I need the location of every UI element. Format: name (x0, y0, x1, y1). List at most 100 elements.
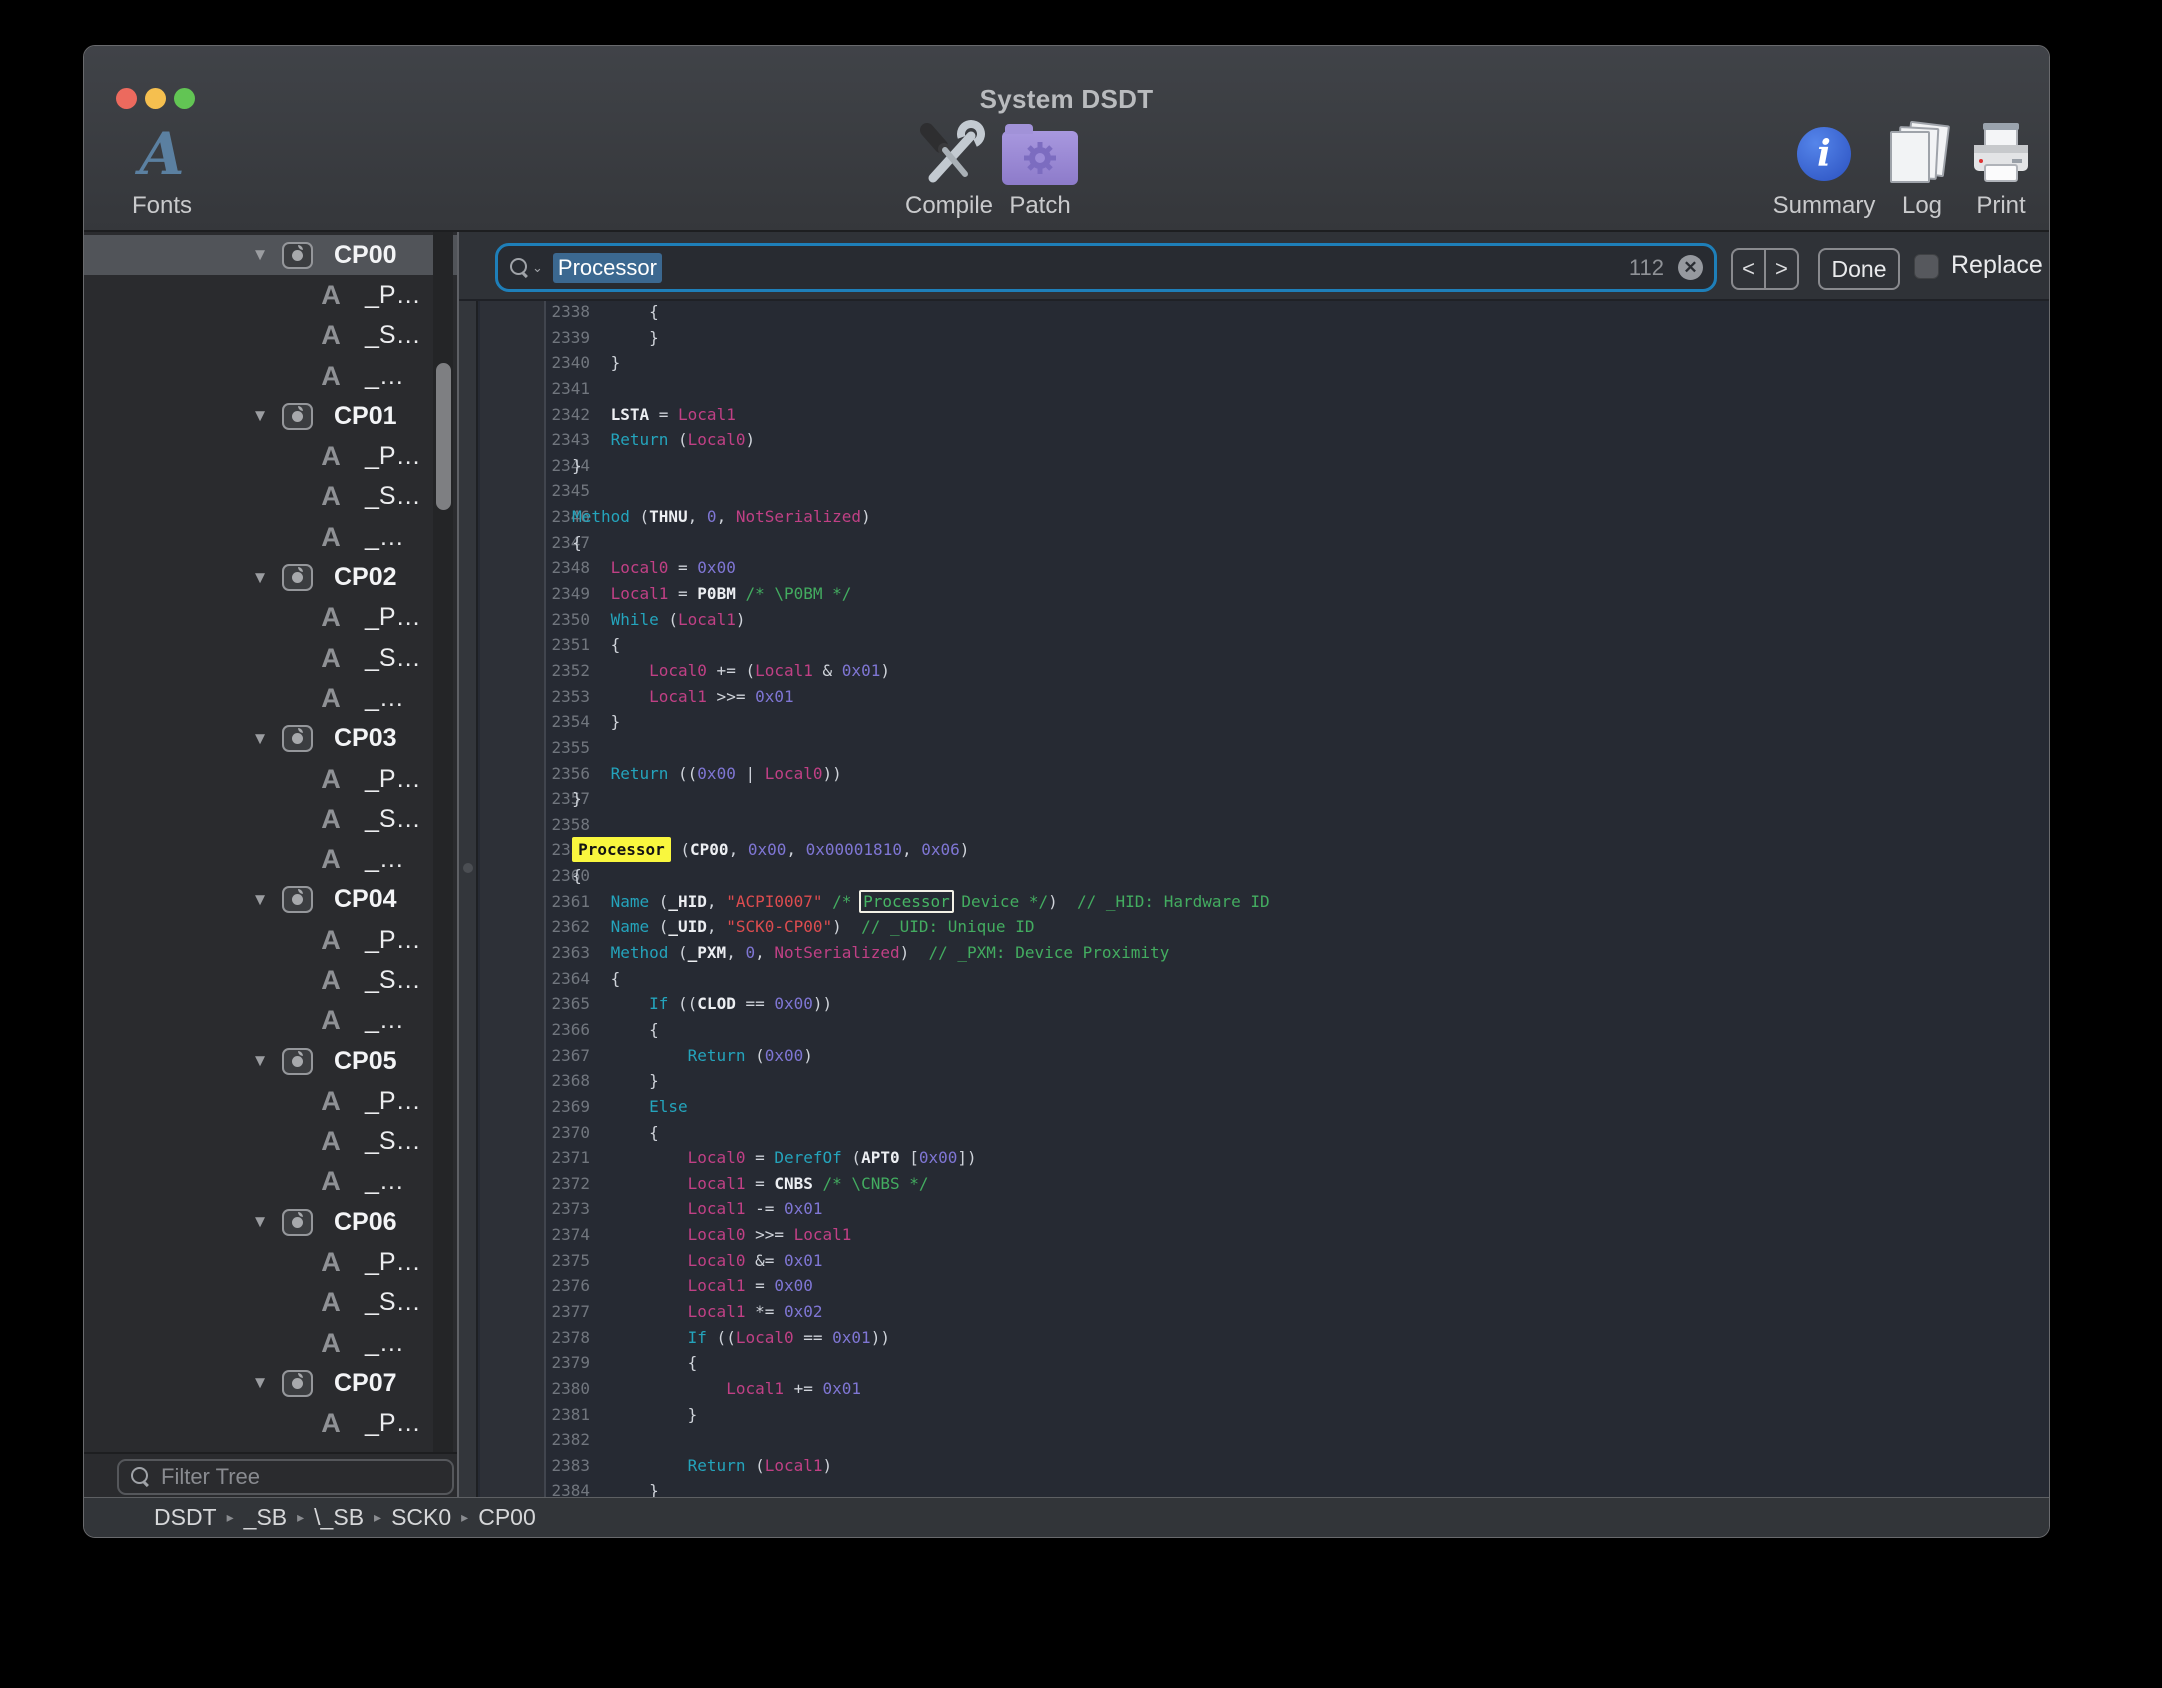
tree-child-label: _S… (365, 966, 421, 995)
tree-group-row-cp06[interactable]: ▼CP06 (84, 1202, 457, 1242)
code-line: 2363 Method (_PXM, 0, NotSerialized) // … (478, 940, 2050, 966)
tree-child-row[interactable]: A _S… (84, 960, 457, 1000)
tree-group-row-cp02[interactable]: ▼CP02 (84, 557, 457, 597)
tree-child-row[interactable]: A_S… (84, 1444, 457, 1452)
code-line: 2345 (478, 478, 2050, 504)
tree-child-label: _P… (365, 926, 421, 955)
disclosure-triangle-icon[interactable]: ▼ (248, 1373, 272, 1393)
tree-child-row[interactable]: A_P… (84, 1242, 457, 1282)
tree-group-row-cp07[interactable]: ▼CP07 (84, 1363, 457, 1403)
code-line: 2367 Return (0x00) (478, 1043, 2050, 1069)
replace-checkbox[interactable] (1914, 254, 1939, 279)
splitter-handle-dot[interactable] (463, 863, 473, 873)
line-number: 2345 (478, 478, 590, 504)
disclosure-triangle-icon[interactable]: ▼ (248, 1212, 272, 1232)
method-icon: A (315, 1126, 347, 1157)
tree-child-row[interactable]: A_P… (84, 275, 457, 315)
code-text: Return (0x00) (495, 1043, 813, 1069)
clear-search-button[interactable]: ✕ (1678, 255, 1703, 280)
code-editor[interactable]: 2338 {2339 }2340 }23412342 LSTA = Local1… (459, 301, 2050, 1499)
breadcrumb-separator-icon: ▸ (374, 1509, 381, 1526)
code-text: Local1 = 0x00 (495, 1273, 813, 1299)
sidebar-scrollbar[interactable] (433, 232, 453, 1452)
tree-child-row[interactable]: A_… (84, 517, 457, 557)
code-line: 2362 Name (_UID, "SCK0-CP00") // _UID: U… (478, 914, 2050, 940)
tree-child-row[interactable]: A_S… (84, 1122, 457, 1162)
breadcrumb-item[interactable]: SCK0 (391, 1504, 451, 1531)
find-next-button[interactable]: > (1766, 250, 1797, 288)
method-icon: A (315, 1287, 347, 1318)
tree-child-row[interactable]: A_… (84, 356, 457, 396)
search-menu-chevron-icon[interactable]: ⌄ (532, 260, 543, 276)
method-icon: A (315, 522, 347, 553)
code-line: 2378 If ((Local0 == 0x01)) (478, 1325, 2050, 1351)
code-text: } (495, 786, 582, 812)
code-text: { (495, 863, 582, 889)
breadcrumb-item[interactable]: _SB (244, 1504, 287, 1531)
tree-child-row[interactable]: A_P… (84, 1081, 457, 1121)
tree-child-row[interactable]: A_… (84, 1323, 457, 1363)
tree-group-row-cp01[interactable]: ▼CP01 (84, 396, 457, 436)
tree-child-row[interactable]: A_… (84, 678, 457, 718)
tree-group-row-cp03[interactable]: ▼ CP03 (84, 719, 457, 759)
tree-group-label: CP03 (334, 724, 397, 753)
tree-child-row[interactable]: A_… (84, 839, 457, 879)
breadcrumb-item[interactable]: \_SB (314, 1504, 364, 1531)
tree-child-row[interactable]: A_P… (84, 759, 457, 799)
filter-tree-input[interactable]: Filter Tree (117, 1459, 454, 1495)
disclosure-triangle-icon[interactable]: ▼ (248, 729, 272, 749)
editor-splitter-strip[interactable] (459, 301, 478, 1499)
breadcrumb-separator-icon: ▸ (461, 1509, 468, 1526)
code-line: 2364 { (478, 966, 2050, 992)
print-toolbar-button[interactable]: Print (1926, 118, 2050, 218)
tree-child-row[interactable]: A_… (84, 1001, 457, 1041)
code-line: 2369 Else (478, 1094, 2050, 1120)
code-line: 2372 Local1 = CNBS /* \CNBS */ (478, 1171, 2050, 1197)
code-line: 2359 Processor (CP00, 0x00, 0x00001810, … (478, 837, 2050, 863)
fonts-toolbar-button[interactable]: A Fonts (87, 118, 237, 218)
method-icon: A (315, 1408, 347, 1439)
breadcrumb-item[interactable]: DSDT (154, 1504, 217, 1531)
tree-child-row[interactable]: A_P… (84, 598, 457, 638)
code-line: 2356 Return ((0x00 | Local0)) (478, 761, 2050, 787)
tree-group-row-cp00[interactable]: ▼CP00 (84, 235, 457, 275)
sidebar-scrollbar-thumb[interactable] (436, 363, 451, 510)
code-text: { (495, 530, 582, 556)
code-line: 2347 { (478, 530, 2050, 556)
code-text: Return (Local0) (495, 427, 755, 453)
tree-child-label: _P… (365, 281, 421, 310)
breadcrumb-item[interactable]: CP00 (478, 1504, 536, 1531)
disclosure-triangle-icon[interactable]: ▼ (248, 406, 272, 426)
disclosure-triangle-icon[interactable]: ▼ (248, 1051, 272, 1071)
find-previous-button[interactable]: < (1733, 250, 1764, 288)
sidebar-tree[interactable]: ▼CP00A_P…A_S…A_…▼CP01A_P…A_S…A_…▼CP02A_P… (84, 232, 457, 1452)
disclosure-triangle-icon[interactable]: ▼ (248, 245, 272, 265)
code-line: 2343 Return (Local0) (478, 427, 2050, 453)
tree-group-row-cp05[interactable]: ▼CP05 (84, 1041, 457, 1081)
tree-child-label: _P… (365, 1248, 421, 1277)
patch-toolbar-button[interactable]: Patch (965, 118, 1115, 218)
filter-placeholder: Filter Tree (161, 1464, 260, 1490)
code-text: Local1 *= 0x02 (495, 1299, 823, 1325)
code-line: 2338 { (478, 301, 2050, 325)
code-text: Local0 += (Local1 & 0x01) (495, 658, 890, 684)
tree-group-row-cp04[interactable]: ▼CP04 (84, 880, 457, 920)
find-prev-next-control: < > (1731, 248, 1799, 290)
tree-child-row[interactable]: A_S… (84, 638, 457, 678)
done-button[interactable]: Done (1818, 248, 1900, 290)
tree-child-row[interactable]: A_P… (84, 436, 457, 476)
find-bar: ⌄ Processor 112 ✕ < > Done Replace (459, 232, 2050, 301)
method-icon: A (315, 965, 347, 996)
tree-child-label: _S… (365, 321, 421, 350)
find-search-field[interactable]: ⌄ Processor 112 ✕ (495, 243, 1717, 292)
tree-child-row[interactable]: A_P… (84, 920, 457, 960)
scope-icon (282, 886, 313, 913)
tree-child-row[interactable]: A_S… (84, 316, 457, 356)
tree-child-row[interactable]: A_S… (84, 477, 457, 517)
tree-child-row[interactable]: A_S… (84, 1283, 457, 1323)
tree-child-row[interactable]: A_… (84, 1162, 457, 1202)
disclosure-triangle-icon[interactable]: ▼ (248, 890, 272, 910)
tree-child-row[interactable]: A_P… (84, 1404, 457, 1444)
disclosure-triangle-icon[interactable]: ▼ (248, 568, 272, 588)
tree-child-row[interactable]: A_S… (84, 799, 457, 839)
